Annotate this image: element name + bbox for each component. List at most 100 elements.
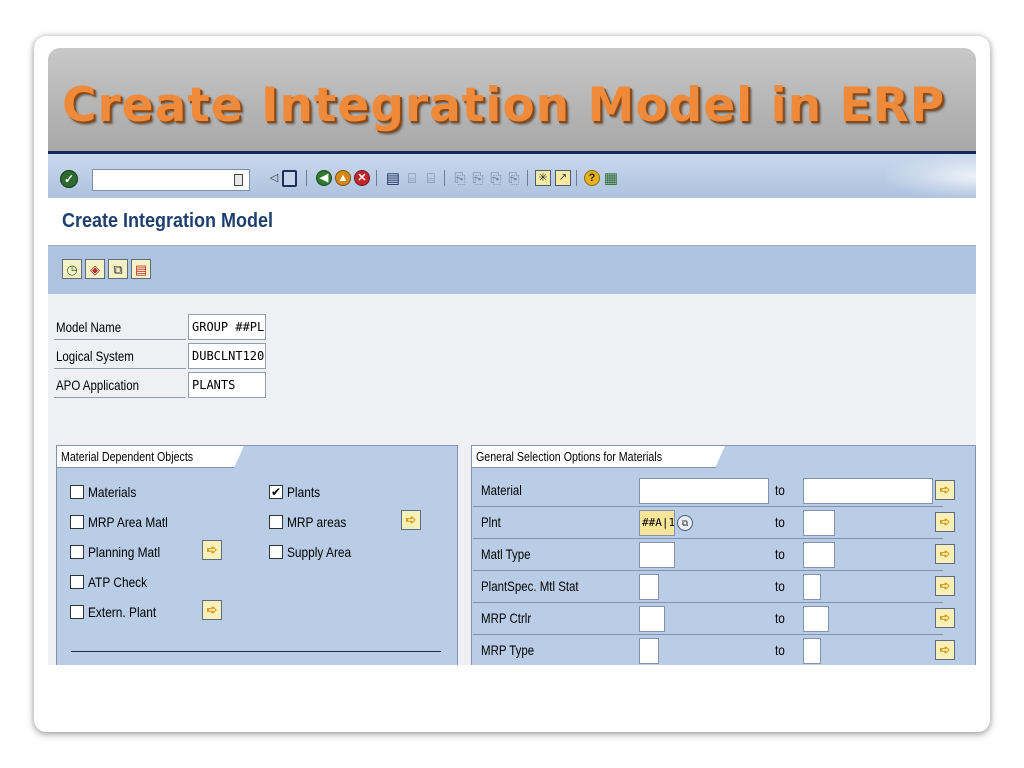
- print-icon[interactable]: ▤: [385, 170, 401, 186]
- material-to-label: to: [775, 482, 785, 498]
- back-nav-icon[interactable]: ◁: [266, 170, 282, 186]
- first-page-icon[interactable]: ⎘: [452, 170, 468, 186]
- apo-application-label: APO Application: [54, 372, 186, 398]
- toolbar-separator: [527, 170, 528, 186]
- mrp-areas-checkbox[interactable]: MRP areas: [269, 512, 357, 532]
- matl-type-selection-row: Matl Type to: [473, 540, 943, 571]
- plantspec-status-from-field[interactable]: [639, 574, 659, 600]
- checkbox-box[interactable]: [70, 605, 84, 619]
- plantspec-status-selection-label: PlantSpec. Mtl Stat: [481, 578, 579, 594]
- cancel-icon[interactable]: ✕: [354, 170, 370, 186]
- layout-icon[interactable]: ▦: [603, 170, 619, 186]
- find-next-icon[interactable]: ⌸: [423, 170, 439, 186]
- command-dropdown-icon[interactable]: [234, 174, 243, 186]
- plant-from-field[interactable]: ##A|1: [639, 510, 675, 536]
- mrp-ctrlr-multiple-selection-button[interactable]: ➪: [935, 608, 955, 628]
- atp-check-checkbox[interactable]: ATP Check: [70, 572, 158, 592]
- screen-title: Create Integration Model: [62, 210, 274, 232]
- extern-plant-checkbox[interactable]: Extern. Plant: [70, 602, 168, 622]
- slide-title: Create Integration Model in ERP: [62, 78, 946, 133]
- delete-icon[interactable]: ▤: [131, 259, 151, 279]
- material-dependent-objects-title: Material Dependent Objects: [57, 446, 245, 468]
- toolbar-separator: [444, 170, 445, 186]
- material-selection-label: Material: [481, 482, 522, 498]
- application-toolbar: ◷ ◈ ⧉ ▤: [48, 246, 976, 294]
- general-selection-options-title: General Selection Options for Materials: [472, 446, 725, 468]
- mrp-ctrlr-selection-row: MRP Ctrlr to: [473, 604, 943, 635]
- plants-checkbox[interactable]: ✔ Plants: [269, 482, 326, 502]
- checkbox-box[interactable]: [269, 545, 283, 559]
- apo-application-field[interactable]: PLANTS: [188, 372, 266, 398]
- mrp-type-to-field[interactable]: [803, 638, 821, 664]
- toolbar-separator: [576, 170, 577, 186]
- last-page-icon[interactable]: ⎘: [506, 170, 522, 186]
- logical-system-field[interactable]: DUBCLNT120: [188, 343, 266, 369]
- plant-selection-label: Plnt: [481, 514, 501, 530]
- mrp-ctrlr-from-field[interactable]: [639, 606, 665, 632]
- value-help-icon[interactable]: ⧉: [677, 515, 693, 531]
- checkbox-box[interactable]: [70, 575, 84, 589]
- mrp-areas-arrow-button[interactable]: ➪: [401, 510, 421, 530]
- mrp-type-selection-row: MRP Type to: [473, 636, 943, 665]
- checkbox-box[interactable]: [269, 515, 283, 529]
- matl-type-from-field[interactable]: [639, 542, 675, 568]
- prev-page-icon[interactable]: ⎘: [470, 170, 486, 186]
- checkbox-box[interactable]: [70, 485, 84, 499]
- materials-checkbox[interactable]: Materials: [70, 482, 145, 502]
- group-divider: [71, 651, 441, 652]
- mrp-ctrlr-to-field[interactable]: [803, 606, 829, 632]
- extern-plant-arrow-button[interactable]: ➪: [202, 600, 222, 620]
- system-toolbar: ✓ ◁ ◀ ▲ ✕ ▤ ⌸ ⌸ ⎘ ⎘ ⎘ ⎘ ✳ ↗ ? ▦: [48, 151, 976, 198]
- planning-matl-arrow-button[interactable]: ➪: [202, 540, 222, 560]
- mrp-ctrlr-selection-label: MRP Ctrlr: [481, 610, 532, 626]
- plant-to-label: to: [775, 514, 785, 530]
- toolbar-separator: [376, 170, 377, 186]
- mrp-type-selection-label: MRP Type: [481, 642, 535, 658]
- material-to-field[interactable]: [803, 478, 933, 504]
- checkbox-box[interactable]: [70, 515, 84, 529]
- create-session-icon[interactable]: ✳: [535, 170, 551, 186]
- matl-type-multiple-selection-button[interactable]: ➪: [935, 544, 955, 564]
- mrp-ctrlr-to-label: to: [775, 610, 785, 626]
- enter-icon[interactable]: ✓: [60, 170, 78, 188]
- planning-matl-checkbox[interactable]: Planning Matl: [70, 542, 173, 562]
- next-page-icon[interactable]: ⎘: [488, 170, 504, 186]
- toolbar-separator: [306, 170, 307, 186]
- material-selection-row: Material to: [473, 476, 943, 507]
- mrp-area-matl-checkbox[interactable]: MRP Area Matl: [70, 512, 182, 532]
- mrp-type-multiple-selection-button[interactable]: ➪: [935, 640, 955, 660]
- logical-system-label: Logical System: [54, 343, 186, 369]
- execute-icon[interactable]: ◷: [62, 259, 82, 279]
- matl-type-selection-label: Matl Type: [481, 546, 531, 562]
- material-multiple-selection-button[interactable]: ➪: [935, 480, 955, 500]
- help-icon[interactable]: ?: [584, 170, 600, 186]
- exit-icon[interactable]: ▲: [335, 170, 351, 186]
- shortcut-icon[interactable]: ↗: [555, 170, 571, 186]
- supply-area-checkbox[interactable]: Supply Area: [269, 542, 363, 562]
- matl-type-to-label: to: [775, 546, 785, 562]
- general-selection-options-group: General Selection Options for Materials …: [471, 445, 976, 665]
- find-icon[interactable]: ⌸: [404, 170, 420, 186]
- plantspec-status-multiple-selection-button[interactable]: ➪: [935, 576, 955, 596]
- variant-icon[interactable]: ◈: [85, 259, 105, 279]
- matl-type-to-field[interactable]: [803, 542, 835, 568]
- back-icon[interactable]: ◀: [316, 170, 332, 186]
- sap-window: ✓ ◁ ◀ ▲ ✕ ▤ ⌸ ⌸ ⎘ ⎘ ⎘ ⎘ ✳ ↗ ? ▦ Create I…: [48, 151, 976, 665]
- selection-screen: Model Name GROUP ##PL Logical System DUB…: [48, 294, 976, 665]
- screen-title-bar: Create Integration Model: [48, 198, 976, 246]
- checkbox-box[interactable]: [70, 545, 84, 559]
- plantspec-status-to-field[interactable]: [803, 574, 821, 600]
- plant-selection-row: Plnt ##A|1 ⧉ to: [473, 508, 943, 539]
- plant-multiple-selection-button[interactable]: ➪: [935, 512, 955, 532]
- get-variant-icon[interactable]: ⧉: [108, 259, 128, 279]
- checkbox-box-checked[interactable]: ✔: [269, 485, 283, 499]
- command-field[interactable]: [92, 169, 250, 191]
- model-name-field[interactable]: GROUP ##PL: [188, 314, 266, 340]
- material-from-field[interactable]: [639, 478, 769, 504]
- mrp-type-from-field[interactable]: [639, 638, 659, 664]
- model-name-label: Model Name: [54, 314, 186, 340]
- save-icon[interactable]: [282, 170, 297, 187]
- plant-to-field[interactable]: [803, 510, 835, 536]
- sap-logo-swirl: [886, 154, 976, 198]
- plantspec-status-to-label: to: [775, 578, 785, 594]
